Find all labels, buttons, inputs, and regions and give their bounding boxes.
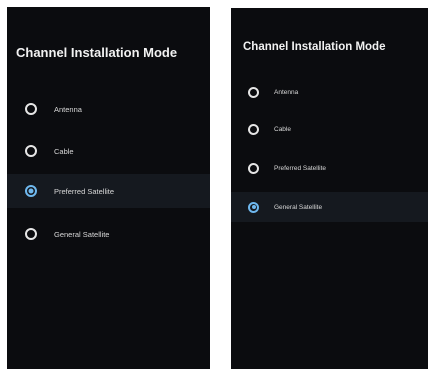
option-cable[interactable]: Cable xyxy=(7,134,210,168)
screenshot-pair: Channel Installation Mode Antenna Cable … xyxy=(0,0,429,369)
radio-button-selected-icon xyxy=(248,201,259,213)
option-general-satellite[interactable]: General Satellite xyxy=(231,192,428,222)
option-antenna[interactable]: Antenna xyxy=(7,92,210,126)
radio-button-icon xyxy=(25,228,37,240)
radio-button-selected-icon xyxy=(25,185,37,197)
option-antenna[interactable]: Antenna xyxy=(231,77,428,107)
tv-screen-right: Channel Installation Mode Antenna Cable … xyxy=(231,8,428,369)
screen-title: Channel Installation Mode xyxy=(243,41,386,53)
tv-screen-left: Channel Installation Mode Antenna Cable … xyxy=(7,7,210,369)
option-label: General Satellite xyxy=(54,229,110,239)
option-preferred-satellite[interactable]: Preferred Satellite xyxy=(231,153,428,183)
option-cable[interactable]: Cable xyxy=(231,114,428,144)
radio-button-icon xyxy=(248,86,259,98)
option-preferred-satellite[interactable]: Preferred Satellite xyxy=(7,174,210,208)
option-label: Antenna xyxy=(274,88,299,96)
radio-button-icon xyxy=(25,103,37,115)
option-label: Preferred Satellite xyxy=(54,186,115,196)
option-label: Preferred Satellite xyxy=(274,164,327,172)
option-label: General Satellite xyxy=(274,203,323,211)
radio-button-icon xyxy=(25,145,37,157)
radio-button-icon xyxy=(248,123,259,135)
option-label: Cable xyxy=(54,146,74,156)
option-label: Cable xyxy=(274,125,291,133)
screen-title: Channel Installation Mode xyxy=(16,45,178,60)
radio-button-icon xyxy=(248,162,259,174)
option-general-satellite[interactable]: General Satellite xyxy=(7,217,210,251)
option-label: Antenna xyxy=(54,104,82,114)
